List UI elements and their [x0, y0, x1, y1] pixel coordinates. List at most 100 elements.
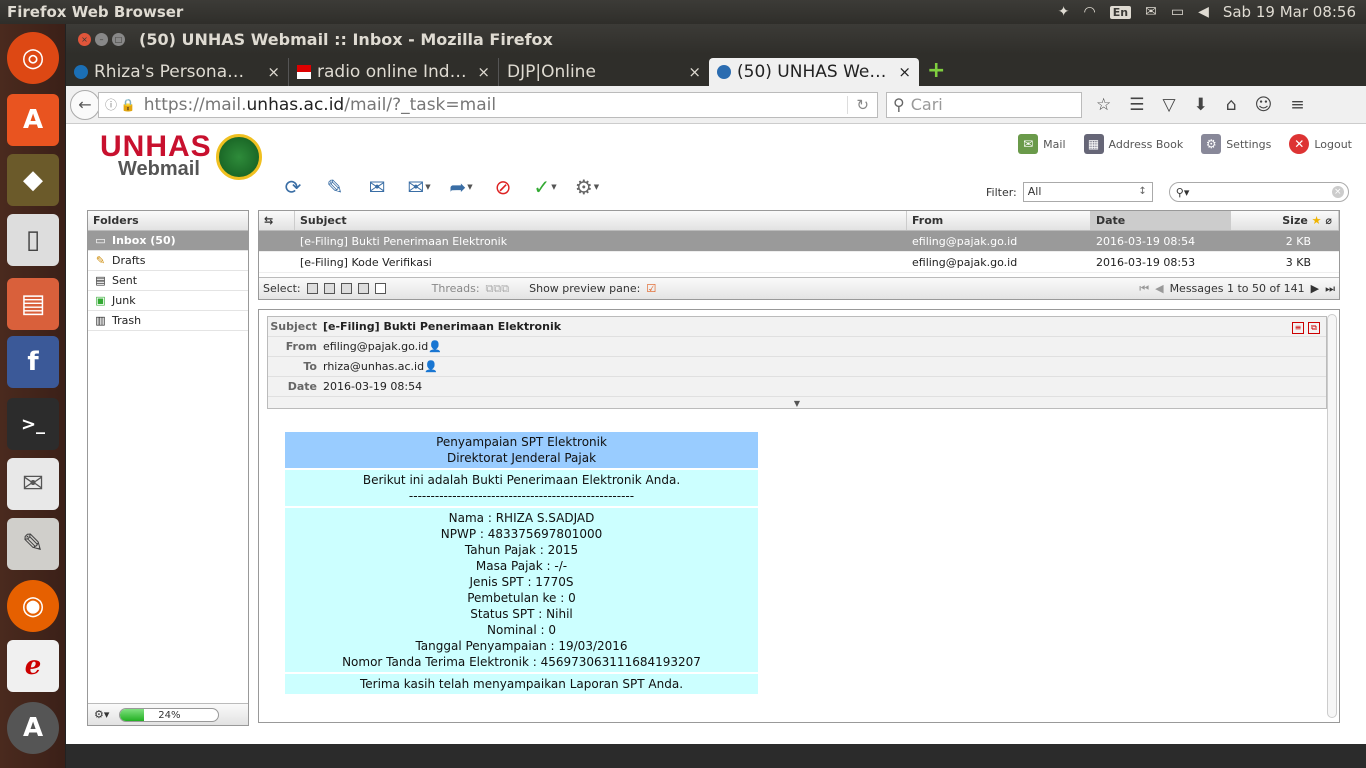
unhas-logo[interactable]: UNHAS Webmail: [100, 132, 212, 181]
search-box[interactable]: ⚲ Cari: [886, 91, 1082, 118]
tab-unhas-webmail[interactable]: (50) UNHAS We… ×: [709, 58, 919, 86]
reload-icon[interactable]: ↻: [847, 95, 877, 114]
preview-pane-checkbox[interactable]: ☑: [646, 282, 656, 295]
folder-junk[interactable]: ▣ Junk: [88, 291, 248, 311]
clock[interactable]: Sab 19 Mar 08:56: [1223, 3, 1356, 21]
back-button[interactable]: ←: [70, 89, 100, 120]
address-book-link[interactable]: ▦ Address Book: [1083, 134, 1183, 154]
battery-icon[interactable]: ▭: [1171, 4, 1184, 20]
firefox-icon[interactable]: ◉: [7, 580, 59, 632]
new-tab-button[interactable]: +: [927, 58, 945, 83]
folder-label: Sent: [112, 274, 138, 287]
list-options-icon[interactable]: ⇆: [259, 211, 295, 230]
tab-close-icon[interactable]: ×: [898, 63, 911, 81]
folder-actions-gear-icon[interactable]: ⚙▾: [94, 708, 109, 721]
facebook-icon[interactable]: f: [7, 336, 59, 388]
select-invert-checkbox[interactable]: [357, 283, 369, 294]
open-in-new-window-icon[interactable]: ⧉: [1308, 322, 1320, 334]
bookmark-star-icon[interactable]: ☆: [1096, 95, 1111, 115]
pocket-icon[interactable]: ▽: [1163, 95, 1176, 115]
software-updater-icon[interactable]: A: [7, 702, 59, 754]
folder-trash[interactable]: ▥ Trash: [88, 311, 248, 331]
select-unread-checkbox[interactable]: [340, 283, 352, 294]
last-page-icon[interactable]: ⏭: [1325, 282, 1335, 296]
search-options-icon[interactable]: ⚲▾: [1176, 186, 1190, 199]
url-bar[interactable]: ⓘ 🔒 https://mail. unhas.ac.id/mail/?_task…: [98, 91, 878, 118]
forward-icon[interactable]: ➦ ▼: [446, 172, 476, 202]
settings-link[interactable]: ⚙ Settings: [1201, 134, 1271, 154]
message-row[interactable]: [e-Filing] Kode Verifikasi efiling@pajak…: [259, 252, 1339, 273]
terminal-icon[interactable]: >_: [7, 398, 59, 450]
header-key: From: [285, 340, 317, 353]
body-divider: ----------------------------------------…: [408, 489, 635, 503]
maximize-window-button[interactable]: □: [112, 32, 125, 46]
compose-icon[interactable]: ✎: [320, 172, 350, 202]
prev-page-icon[interactable]: ◀: [1155, 282, 1163, 295]
next-page-icon[interactable]: ▶: [1311, 282, 1319, 295]
tab-radio[interactable]: radio online Ind… ×: [289, 58, 499, 86]
ubuntu-dash-icon[interactable]: ◎: [7, 32, 59, 84]
menu-icon[interactable]: ≡: [1290, 95, 1304, 115]
select-all-checkbox[interactable]: [306, 283, 318, 294]
quran-app-icon[interactable]: ◆: [7, 154, 59, 206]
tab-djp[interactable]: DJP|Online ×: [499, 58, 709, 86]
show-source-icon[interactable]: ≡: [1292, 322, 1304, 334]
folder-drafts[interactable]: ✎ Drafts: [88, 251, 248, 271]
close-window-button[interactable]: ×: [78, 32, 91, 46]
mail-indicator-icon[interactable]: ✉: [1145, 4, 1157, 20]
mark-icon[interactable]: ✓ ▼: [530, 172, 560, 202]
column-subject[interactable]: Subject: [295, 211, 907, 230]
volume-icon[interactable]: ◀: [1198, 4, 1209, 20]
column-date[interactable]: Date: [1091, 211, 1231, 230]
filter-select[interactable]: All: [1022, 182, 1153, 202]
reply-icon[interactable]: ✉: [362, 172, 392, 202]
acrobat-reader-icon[interactable]: ℯ: [7, 640, 59, 692]
search-icon: ⚲: [893, 95, 905, 114]
header-value: [e-Filing] Bukti Penerimaan Elektronik: [323, 320, 562, 333]
dropbox-icon[interactable]: ✦: [1058, 4, 1070, 20]
delete-icon[interactable]: ⊘: [488, 172, 518, 202]
book-reader-icon[interactable]: ▯: [7, 214, 59, 266]
mail-client-icon[interactable]: ✉: [7, 458, 59, 510]
threads-icon[interactable]: ⧉⧉⧉: [486, 282, 510, 296]
site-info-icon[interactable]: ⓘ 🔒: [105, 96, 136, 113]
select-none-checkbox[interactable]: [374, 283, 386, 294]
column-size[interactable]: Size ★ ⌀: [1231, 211, 1339, 230]
folder-sent[interactable]: ▤ Sent: [88, 271, 248, 291]
text-editor-icon[interactable]: ✎: [7, 518, 59, 570]
message-row[interactable]: [e-Filing] Bukti Penerimaan Elektronik e…: [259, 231, 1339, 252]
refresh-mail-icon[interactable]: ⟳: [278, 172, 308, 202]
logout-link[interactable]: ✕ Logout: [1289, 134, 1352, 154]
clear-search-icon[interactable]: ×: [1331, 186, 1344, 198]
recipient-address[interactable]: rhiza@unhas.ac.id: [323, 360, 424, 373]
downloads-icon[interactable]: ⬇: [1194, 95, 1208, 115]
add-contact-icon[interactable]: 👤: [428, 340, 442, 353]
preview-scrollbar[interactable]: [1327, 314, 1337, 718]
filter-label: Filter:: [986, 185, 1017, 199]
column-from[interactable]: From: [907, 211, 1091, 230]
folder-inbox[interactable]: ▭ Inbox (50): [88, 231, 248, 251]
select-page-checkbox[interactable]: [323, 283, 335, 294]
keyboard-layout-indicator[interactable]: En: [1109, 5, 1132, 19]
wifi-icon[interactable]: ◠: [1084, 4, 1096, 20]
reply-all-icon[interactable]: ✉ ▼: [404, 172, 434, 202]
tab-close-icon[interactable]: ×: [477, 63, 490, 81]
mail-task-link[interactable]: ✉ Mail: [1018, 134, 1066, 154]
add-contact-icon[interactable]: 👤: [424, 360, 438, 373]
reading-list-icon[interactable]: ☰: [1129, 95, 1144, 115]
body-header-block: Penyampaian SPT Elektronik Direktorat Je…: [285, 432, 758, 468]
tab-rhiza[interactable]: Rhiza's Persona… ×: [66, 58, 289, 86]
home-icon[interactable]: ⌂: [1226, 95, 1237, 115]
tab-close-icon[interactable]: ×: [688, 63, 701, 81]
first-page-icon[interactable]: ⏮: [1139, 282, 1149, 296]
tab-label: DJP|Online: [507, 62, 596, 82]
quick-search-input[interactable]: ⚲▾ ×: [1168, 182, 1349, 202]
tab-close-icon[interactable]: ×: [267, 63, 280, 81]
chat-icon[interactable]: ☺: [1255, 95, 1273, 115]
minimize-window-button[interactable]: –: [95, 32, 108, 46]
sender-address[interactable]: efiling@pajak.go.id: [323, 340, 428, 353]
files-icon[interactable]: ▤: [7, 278, 59, 330]
expand-headers-icon[interactable]: ▼: [268, 397, 1326, 408]
software-center-icon[interactable]: A: [7, 94, 59, 146]
more-actions-gear-icon[interactable]: ⚙ ▼: [572, 172, 602, 202]
